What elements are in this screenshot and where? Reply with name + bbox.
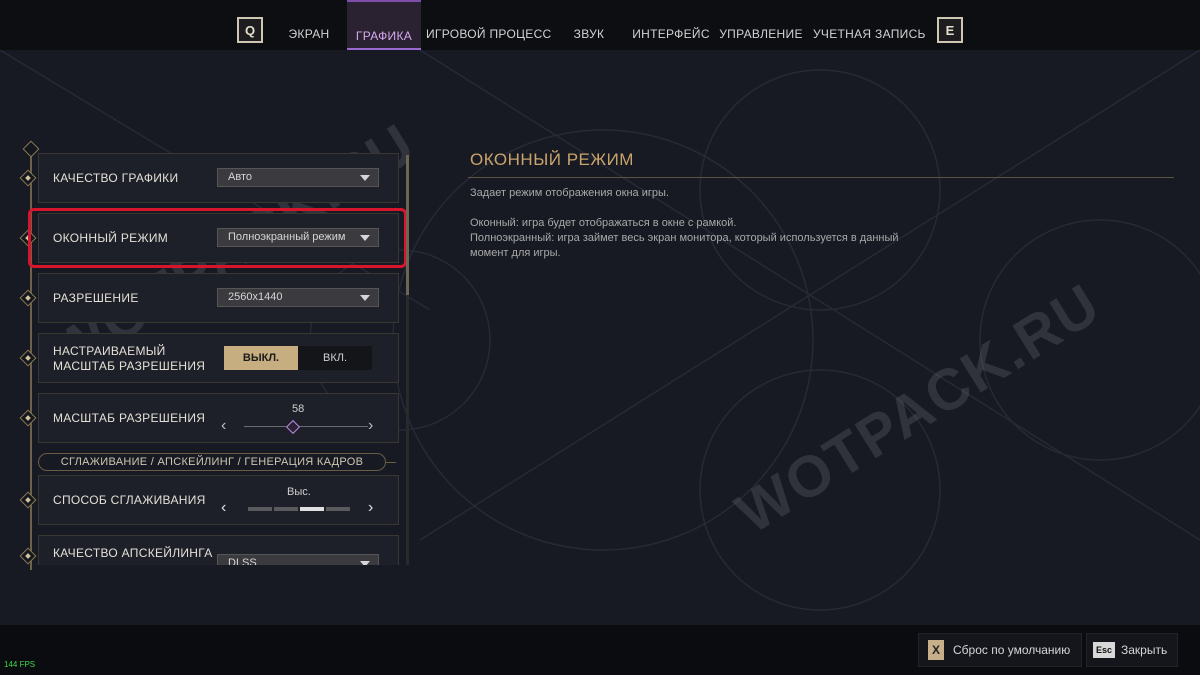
settings-scrollbar-thumb[interactable] xyxy=(406,155,409,295)
tab-account[interactable]: УЧЕТНАЯ ЗАПИСЬ xyxy=(813,0,925,50)
setting-label: КАЧЕСТВО ГРАФИКИ xyxy=(53,171,179,185)
selector-value: Выс. xyxy=(287,486,311,498)
setting-label-line1: НАСТРАИВАЕМЫЙ xyxy=(53,344,166,358)
setting-label-line2: МАСШТАБ РАЗРЕШЕНИЯ xyxy=(53,359,206,373)
section-header-antialiasing: СГЛАЖИВАНИЕ / АПСКЕЙЛИНГ / ГЕНЕРАЦИЯ КАД… xyxy=(38,453,386,471)
level-segment xyxy=(248,507,272,511)
x-key-icon: X xyxy=(928,640,944,660)
tab-controls[interactable]: УПРАВЛЕНИЕ xyxy=(718,0,804,50)
setting-graphics-quality[interactable]: КАЧЕСТВО ГРАФИКИ Авто xyxy=(38,153,399,203)
dropdown-value: DLSS xyxy=(228,557,257,565)
setting-custom-scale[interactable]: НАСТРАИВАЕМЫЙ МАСШТАБ РАЗРЕШЕНИЯ ВЫКЛ. В… xyxy=(38,333,399,383)
chevron-left-icon[interactable]: ‹ xyxy=(221,418,226,434)
graphics-quality-dropdown[interactable]: Авто xyxy=(217,168,379,187)
chevron-down-icon xyxy=(360,295,370,301)
setting-upscaling-quality-clip: КАЧЕСТВО АПСКЕЙЛИНГА DLSS xyxy=(38,535,399,565)
slider-value: 58 xyxy=(292,403,305,415)
tab-gameplay[interactable]: ИГРОВОЙ ПРОЦЕСС xyxy=(426,0,551,50)
tab-graphics[interactable]: ГРАФИКА xyxy=(347,0,421,50)
level-segment xyxy=(326,507,350,511)
fps-counter: 144 FPS xyxy=(4,660,36,669)
setting-resolution-scale[interactable]: МАСШТАБ РАЗРЕШЕНИЯ 58 ‹ › xyxy=(38,393,399,443)
slider-track[interactable] xyxy=(244,426,368,427)
dropdown-value: Авто xyxy=(228,171,252,183)
dropdown-value: 2560x1440 xyxy=(228,291,283,303)
esc-key-icon: Esc xyxy=(1093,642,1115,658)
section-header-line xyxy=(386,462,396,463)
setting-label: КАЧЕСТВО АПСКЕЙЛИНГА xyxy=(53,546,213,560)
chevron-right-icon[interactable]: › xyxy=(368,418,373,434)
detail-divider xyxy=(468,177,1174,178)
level-segment xyxy=(274,507,298,511)
prev-tab-key[interactable]: Q xyxy=(237,17,263,43)
setting-label: РАЗРЕШЕНИЕ xyxy=(53,291,139,305)
toggle-on-option[interactable]: ВКЛ. xyxy=(298,346,372,370)
tab-sound[interactable]: ЗВУК xyxy=(565,0,613,50)
close-button[interactable]: Esc Закрыть xyxy=(1086,633,1178,667)
setting-resolution[interactable]: РАЗРЕШЕНИЕ 2560x1440 xyxy=(38,273,399,323)
custom-scale-toggle[interactable]: ВЫКЛ. ВКЛ. xyxy=(224,346,372,370)
reset-defaults-button[interactable]: X Сброс по умолчанию xyxy=(918,633,1082,667)
setting-label: МАСШТАБ РАЗРЕШЕНИЯ xyxy=(53,411,206,425)
chevron-right-icon[interactable]: › xyxy=(368,500,373,516)
tab-interface[interactable]: ИНТЕРФЕЙС xyxy=(630,0,712,50)
reset-defaults-label: Сброс по умолчанию xyxy=(953,643,1071,657)
detail-line-fullscreen: Полноэкранный: игра займет весь экран мо… xyxy=(470,232,899,244)
chevron-left-icon[interactable]: ‹ xyxy=(221,500,226,516)
setting-label: СПОСОБ СГЛАЖИВАНИЯ xyxy=(53,493,206,507)
toggle-off-option[interactable]: ВЫКЛ. xyxy=(224,346,298,370)
setting-aa-method[interactable]: СПОСОБ СГЛАЖИВАНИЯ Выс. ‹ › xyxy=(38,475,399,525)
detail-line-windowed: Оконный: игра будет отображаться в окне … xyxy=(470,217,737,229)
detail-title: ОКОННЫЙ РЕЖИМ xyxy=(470,150,634,169)
slider-thumb[interactable] xyxy=(285,419,301,435)
next-tab-key[interactable]: E xyxy=(937,17,963,43)
resolution-dropdown[interactable]: 2560x1440 xyxy=(217,288,379,307)
close-label: Закрыть xyxy=(1121,643,1168,657)
upscaling-quality-dropdown[interactable]: DLSS xyxy=(217,554,379,565)
tab-screen[interactable]: ЭКРАН xyxy=(281,0,337,50)
level-segment-active xyxy=(300,507,324,511)
detail-line-fullscreen-cont: момент для игры. xyxy=(470,247,561,259)
setting-upscaling-quality[interactable]: КАЧЕСТВО АПСКЕЙЛИНГА DLSS xyxy=(38,535,399,565)
chevron-down-icon xyxy=(360,175,370,181)
chevron-down-icon xyxy=(360,561,370,565)
selection-highlight xyxy=(28,208,407,268)
detail-description: Задает режим отображения окна игры. xyxy=(470,187,669,199)
